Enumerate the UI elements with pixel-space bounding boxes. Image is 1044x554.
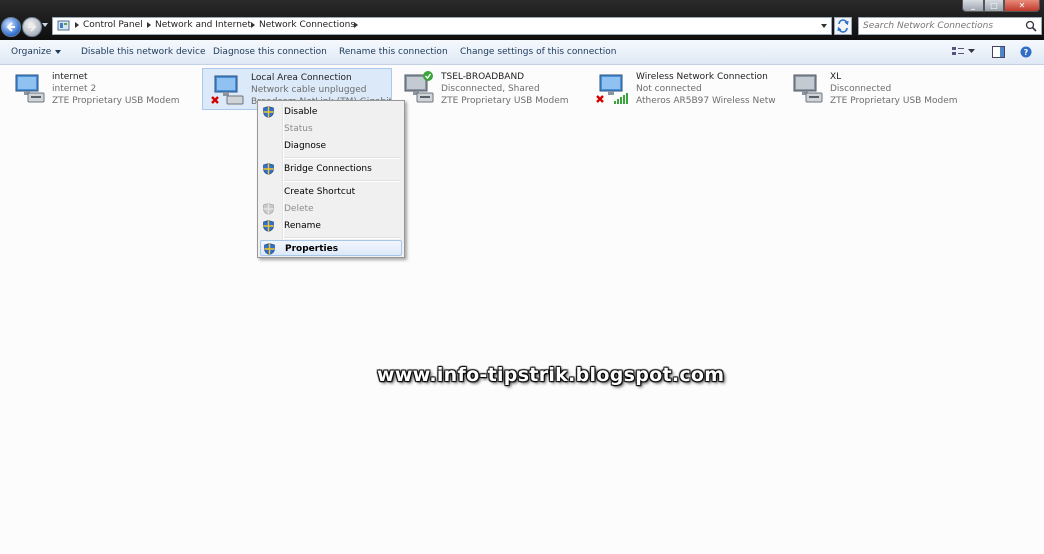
breadcrumb-arrow-icon[interactable] [75, 22, 79, 28]
connection-status: internet 2 [52, 84, 97, 94]
breadcrumb-arrow-icon[interactable] [147, 22, 151, 28]
menu-item-label: Status [284, 124, 313, 134]
connection-device: ZTE Proprietary USB Modem [52, 96, 180, 106]
connection-name: TSEL-BROADBAND [441, 72, 525, 82]
menu-item-delete[interactable]: Delete [260, 201, 402, 217]
back-button[interactable] [1, 17, 21, 37]
menu-item-label: Rename [284, 221, 321, 231]
help-icon[interactable]: ? [1020, 46, 1032, 58]
context-menu: Disable Status Diagnose Bridge Connectio… [257, 100, 405, 258]
menu-separator [284, 237, 400, 239]
change-settings-button[interactable]: Change settings of this connection [460, 47, 616, 57]
menu-item-create-shortcut[interactable]: Create Shortcut [260, 184, 402, 200]
control-panel-icon [57, 20, 70, 31]
menu-item-label: Disable [284, 107, 318, 117]
search-icon[interactable] [1025, 20, 1037, 32]
menu-item-label: Delete [284, 204, 314, 214]
breadcrumb-arrow-icon[interactable] [354, 22, 358, 28]
watermark-text: www.info-tipstrik.blogspot.com [377, 364, 725, 386]
svg-text:?: ? [1024, 48, 1029, 57]
breadcrumb-arrow-icon[interactable] [251, 22, 255, 28]
menu-item-rename[interactable]: Rename [260, 218, 402, 234]
connection-device: Atheros AR5B97 Wireless Network... [636, 96, 776, 106]
connection-device: ZTE Proprietary USB Modem [830, 96, 958, 106]
connection-xl[interactable]: XL Disconnected ZTE Proprietary USB Mode… [782, 68, 972, 110]
ethernet-disconnected-icon [211, 75, 244, 105]
connection-status: Network cable unplugged [251, 85, 367, 95]
search-input[interactable] [863, 19, 1013, 33]
diagnose-connection-button[interactable]: Diagnose this connection [213, 47, 327, 57]
modem-connected-icon [15, 74, 45, 103]
maximize-icon: □ [990, 1, 998, 10]
refresh-icon [837, 19, 849, 33]
connection-tsel-broadband[interactable]: TSEL-BROADBAND Disconnected, Shared ZTE … [393, 68, 583, 110]
menu-item-label: Bridge Connections [284, 164, 372, 174]
organize-menu[interactable]: Organize [11, 47, 62, 57]
connection-name: Wireless Network Connection [636, 72, 768, 82]
maximize-button[interactable]: □ [984, 0, 1004, 12]
modem-shared-icon [404, 71, 434, 103]
menu-item-status[interactable]: Status [260, 121, 402, 137]
uac-shield-icon [263, 106, 274, 118]
connection-name: internet [52, 72, 88, 82]
uac-shield-icon [263, 163, 274, 175]
recent-pages-dropdown[interactable] [42, 23, 48, 27]
refresh-button[interactable] [834, 17, 852, 35]
change-view-icon[interactable] [951, 46, 965, 58]
close-icon: ✕ [1018, 1, 1026, 10]
address-dropdown-icon[interactable] [821, 24, 827, 28]
menu-item-bridge-connections[interactable]: Bridge Connections [260, 161, 402, 177]
title-address-bar: Control Panel Network and Internet Netwo… [0, 0, 1044, 40]
preview-pane-icon[interactable] [992, 46, 1005, 58]
connection-name: XL [830, 72, 842, 82]
uac-shield-icon [263, 220, 274, 232]
organize-label: Organize [11, 47, 52, 57]
address-bar[interactable]: Control Panel Network and Internet Netwo… [52, 17, 832, 35]
view-options-dropdown-icon[interactable] [968, 49, 975, 54]
close-button[interactable]: ✕ [1004, 0, 1040, 12]
command-bar: Organize Disable this network device Dia… [0, 40, 1044, 65]
minimize-button[interactable]: _ [962, 0, 984, 12]
breadcrumb-control-panel[interactable]: Control Panel [83, 20, 143, 30]
connection-name: Local Area Connection [251, 73, 352, 83]
connection-internet[interactable]: internet internet 2 ZTE Proprietary USB … [4, 68, 194, 110]
menu-separator [284, 180, 400, 182]
forward-button[interactable] [22, 17, 42, 37]
menu-item-diagnose[interactable]: Diagnose [260, 138, 402, 154]
menu-item-label: Properties [285, 244, 339, 254]
menu-item-properties[interactable]: Properties [260, 240, 402, 256]
menu-item-label: Diagnose [284, 141, 327, 151]
back-arrow-icon [6, 22, 15, 32]
forward-arrow-icon [28, 22, 37, 32]
uac-shield-disabled-icon [263, 203, 274, 215]
search-box[interactable] [858, 17, 1042, 35]
rename-connection-button[interactable]: Rename this connection [339, 47, 448, 57]
menu-item-label: Create Shortcut [284, 187, 356, 197]
menu-separator [284, 157, 400, 159]
connection-status: Disconnected [830, 84, 892, 94]
breadcrumb-network-connections[interactable]: Network Connections [259, 20, 355, 30]
chevron-down-icon [55, 49, 62, 54]
uac-shield-icon [264, 243, 275, 255]
wireless-disconnected-icon [596, 74, 628, 104]
connection-wireless[interactable]: Wireless Network Connection Not connecte… [588, 68, 778, 110]
connection-status: Not connected [636, 84, 702, 94]
modem-icon [793, 74, 823, 103]
window-controls: _ □ ✕ [960, 0, 1040, 12]
disable-device-button[interactable]: Disable this network device [81, 47, 206, 57]
minimize-icon: _ [971, 1, 975, 10]
connection-device: ZTE Proprietary USB Modem [441, 96, 569, 106]
menu-item-disable[interactable]: Disable [260, 104, 402, 120]
connection-status: Disconnected, Shared [441, 84, 540, 94]
breadcrumb-network-and-internet[interactable]: Network and Internet [155, 20, 251, 30]
